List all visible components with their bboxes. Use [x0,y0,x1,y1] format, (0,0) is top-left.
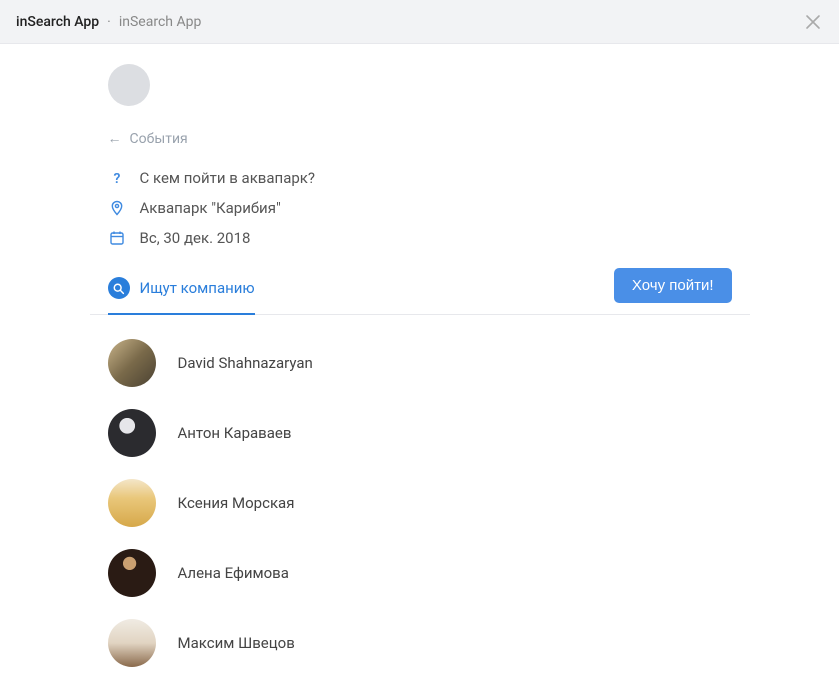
location-pin-icon [108,199,126,217]
tab-looking-company[interactable]: Ищут компанию [108,267,255,315]
header-title-primary: inSearch App [16,14,99,30]
event-location-row: Аквапарк "Карибия" [108,199,750,217]
list-item[interactable]: David Shahnazaryan [108,339,732,387]
person-name: Ксения Морская [178,494,295,512]
want-go-button[interactable]: Хочу пойти! [614,268,732,303]
list-item[interactable]: Максим Швецов [108,619,732,667]
avatar [108,339,156,387]
list-item[interactable]: Алена Ефимова [108,549,732,597]
calendar-icon [108,229,126,247]
svg-text:?: ? [113,171,120,186]
event-location: Аквапарк "Карибия" [140,199,281,217]
search-people-icon [108,277,130,299]
event-date: Вс, 30 дек. 2018 [140,229,251,247]
app-avatar-placeholder [108,64,150,106]
back-label: События [130,131,188,147]
back-link[interactable]: ← События [108,130,750,147]
arrow-left-icon: ← [108,130,122,147]
avatar [108,549,156,597]
person-name: Антон Караваев [178,424,292,442]
close-icon [805,14,821,30]
modal-header: inSearch App · inSearch App [0,0,839,44]
avatar [108,479,156,527]
person-name: David Shahnazaryan [178,354,313,372]
event-date-row: Вс, 30 дек. 2018 [108,229,750,247]
avatar [108,619,156,667]
event-question-row: ? С кем пойти в аквапарк? [108,169,750,187]
content: ← События ? С кем пойти в аквапарк? Аква… [90,44,750,667]
people-list: David Shahnazaryan Антон Караваев Ксения… [90,315,750,667]
tabs-row: Ищут компанию Хочу пойти! [90,267,750,315]
header-title-secondary: inSearch App [119,14,201,30]
event-question: С кем пойти в аквапарк? [140,169,315,187]
person-name: Алена Ефимова [178,564,289,582]
tab-looking-label: Ищут компанию [140,279,255,297]
header-titles: inSearch App · inSearch App [16,14,201,30]
header-separator: · [107,14,111,30]
list-item[interactable]: Антон Караваев [108,409,732,457]
event-info: ? С кем пойти в аквапарк? Аквапарк "Кари… [108,169,750,247]
person-name: Максим Швецов [178,634,295,652]
avatar [108,409,156,457]
list-item[interactable]: Ксения Морская [108,479,732,527]
close-button[interactable] [803,12,823,32]
question-icon: ? [108,169,126,187]
